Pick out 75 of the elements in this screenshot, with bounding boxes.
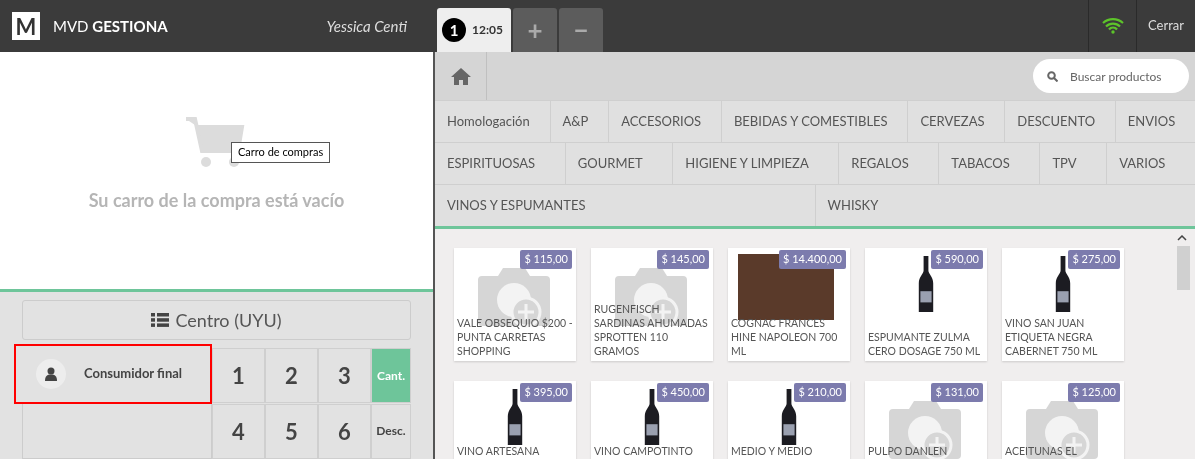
product-card[interactable]: $ 14.400,00 COGNAC FRANCES HINE NAPOLEON 700 ML [728,248,850,361]
product-card[interactable]: $ 395,00 VINO ARTESANA [454,381,576,459]
product-name: VINO SAN JUAN ETIQUETA NEGRA CABERNET 750 ML [1005,316,1099,358]
category-button[interactable]: CERVEZAS [907,101,1005,142]
price-tag: $ 590,00 [931,250,983,269]
logo-letter: M [12,12,40,40]
order-tab[interactable]: 1 12:05 [437,8,511,52]
category-button[interactable]: REGALOS [838,143,939,184]
category-button[interactable]: WHISKY [814,185,1195,226]
category-button[interactable]: TPV [1039,143,1107,184]
category-button[interactable]: Homologación [435,101,550,142]
bottle-icon [1055,256,1071,312]
category-button[interactable]: VARIOS [1106,143,1195,184]
category-button[interactable]: GOURMET [564,143,673,184]
price-tag: $ 275,00 [1068,250,1120,269]
category-button[interactable]: VINOS Y ESPUMANTES [435,185,815,226]
scroll-up-icon[interactable] [1177,235,1187,241]
category-button[interactable]: A&P [549,101,609,142]
product-card[interactable]: $ 125,00 ACEITUNAS EL [1002,381,1124,459]
category-button[interactable]: ENVIOS [1114,101,1195,142]
category-button[interactable]: TABACOS [938,143,1040,184]
bottle-icon [644,389,660,445]
price-tag: $ 14.400,00 [779,250,846,269]
product-name: PULPO DANLEN [868,444,949,458]
price-tag: $ 125,00 [1068,383,1120,402]
user-name: Yessica Centi [326,15,407,37]
product-name: MEDIO Y MEDIO [731,444,814,458]
keypad-key[interactable]: Desc. [371,403,411,459]
tooltip: Carro de compras [231,142,331,163]
keypad-key[interactable]: 1 [212,348,265,403]
keypad-key[interactable]: 3 [318,348,371,403]
keypad-key[interactable]: 2 [265,348,318,403]
category-button[interactable]: ACCESORIOS [608,101,721,142]
keypad-key[interactable]: 4 [212,403,265,459]
product-name: COGNAC FRANCES HINE NAPOLEON 700 ML [731,316,839,358]
product-name: VALE OBSEQUIO $200 - PUNTA CARRETAS SHOPPING [457,316,574,358]
person-icon [45,367,57,381]
category-button[interactable]: HIGIENE Y LIMPIEZA [672,143,839,184]
home-icon [450,67,471,85]
product-card[interactable]: $ 145,00 RUGENFISCH SARDINAS AHUMADAS SPROTTEN 110 GRAMOS [591,248,713,361]
search-field[interactable]: Buscar productos [1033,59,1189,93]
category-button[interactable]: ESPIRITUOSAS [435,143,565,184]
keypad-key[interactable]: 6 [318,403,371,459]
list-icon [151,313,170,327]
customer-button[interactable]: Consumidor final [14,344,212,404]
product-name: VINO CAMPOTINTO [594,444,694,458]
wifi-icon [1101,18,1124,34]
bottle-icon [507,389,523,445]
scrollbar-thumb[interactable] [1177,246,1190,290]
empty-cart-message: Su carro de la compra está vacío [88,188,345,213]
price-tag: $ 115,00 [520,250,572,269]
product-card[interactable]: $ 115,00 VALE OBSEQUIO $200 - PUNTA CARRETAS SHOPPING [454,248,576,361]
close-button[interactable]: Cerrar [1137,0,1195,52]
product-name: RUGENFISCH SARDINAS AHUMADAS SPROTTEN 110 GRAMOS [594,302,709,358]
price-tag: $ 131,00 [931,383,983,402]
search-icon [1047,71,1058,82]
bottle-icon [781,389,797,445]
product-name: ESPUMANTE ZULMA CERO DOSAGE 750 ML [868,330,982,358]
price-tag: $ 145,00 [657,250,709,269]
pricelist-button[interactable]: Centro (UYU) [22,300,411,340]
price-tag: $ 395,00 [520,383,572,402]
product-card[interactable]: $ 131,00 PULPO DANLEN [865,381,987,459]
keypad-key[interactable]: 5 [265,403,318,459]
product-name: ACEITUNAS EL [1005,444,1078,458]
product-card[interactable]: $ 590,00 ESPUMANTE ZULMA CERO DOSAGE 750 ML [865,248,987,361]
product-name: VINO ARTESANA [457,444,541,458]
bottle-icon [918,256,934,312]
price-tag: $ 450,00 [657,383,709,402]
product-card[interactable]: $ 210,00 MEDIO Y MEDIO [728,381,850,459]
price-tag: $ 210,00 [794,383,846,402]
brand-name: MVD GESTIONA [53,15,168,37]
product-card[interactable]: $ 450,00 VINO CAMPOTINTO [591,381,713,459]
category-button[interactable]: DESCUENTO [1004,101,1115,142]
category-button[interactable]: BEBIDAS Y COMESTIBLES [720,101,908,142]
product-card[interactable]: $ 275,00 VINO SAN JUAN ETIQUETA NEGRA CABERNET 750 ML [1002,248,1124,361]
